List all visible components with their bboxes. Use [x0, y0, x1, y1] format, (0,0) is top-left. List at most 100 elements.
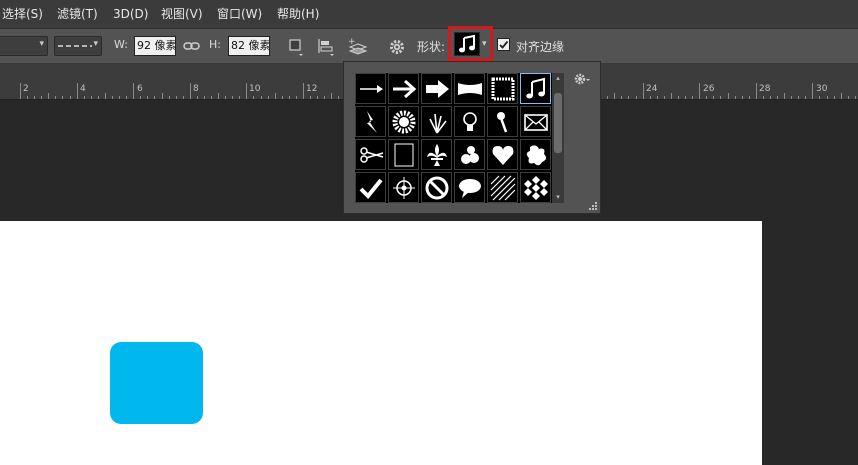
shape-cell[interactable]: [388, 139, 419, 170]
shape-cell[interactable]: [454, 106, 485, 137]
shape-cell[interactable]: [487, 172, 518, 203]
scroll-thumb[interactable]: [554, 93, 562, 153]
shape-cell[interactable]: [388, 172, 419, 203]
ruler-minor-tick: [183, 96, 184, 99]
rounded-rectangle-shape[interactable]: [110, 342, 203, 424]
ruler-tick: [20, 83, 21, 99]
shape-cell[interactable]: [487, 73, 518, 104]
ruler-minor-tick: [692, 96, 693, 99]
shape-cell[interactable]: [487, 106, 518, 137]
shape-cell[interactable]: [454, 139, 485, 170]
music-note-icon: [459, 34, 475, 53]
ruler-minor-tick: [55, 96, 56, 99]
ruler-minor-tick: [664, 96, 665, 99]
shape-cell-selected[interactable]: [520, 73, 551, 104]
grass-icon: [428, 113, 447, 133]
menu-bar: 选择(S) 滤镜(T) 3D(D) 视图(V) 窗口(W) 帮助(H): [0, 0, 858, 28]
resize-grip-icon[interactable]: [588, 201, 598, 211]
ruler-minor-tick: [70, 96, 71, 99]
pushpin-icon: [496, 111, 507, 132]
ruler-minor-tick: [225, 96, 226, 99]
options-bar: ▾ ▾ W: 92 像素 H: 82 像素 + 形状: ▾ 对齐边缘: [0, 26, 858, 64]
ruler-minor-tick: [211, 96, 212, 99]
chevron-down-icon: ▾: [93, 39, 98, 49]
checkmark-icon: [499, 40, 509, 49]
chevron-down-icon[interactable]: ▾: [482, 39, 487, 49]
ruler-minor-tick: [834, 96, 835, 99]
shape-cell[interactable]: [454, 73, 485, 104]
path-arrangement-icon[interactable]: +: [347, 36, 369, 56]
checkmark-icon: [359, 178, 383, 199]
ruler-minor-tick: [169, 96, 170, 99]
path-alignment-icon[interactable]: [317, 37, 335, 57]
ruler-minor-tick: [204, 96, 205, 99]
ruler-minor-tick: [126, 96, 127, 99]
menu-window[interactable]: 窗口(W): [217, 0, 262, 28]
ruler-tick: [331, 93, 332, 99]
shape-selector[interactable]: [454, 32, 480, 56]
shape-cell[interactable]: [520, 139, 551, 170]
ruler-minor-tick: [607, 96, 608, 99]
shape-cell[interactable]: [421, 139, 452, 170]
ruler-minor-tick: [239, 96, 240, 99]
link-icon[interactable]: [183, 39, 200, 53]
align-edges-checkbox[interactable]: [497, 38, 510, 51]
ruler-minor-tick: [253, 96, 254, 99]
shape-cell[interactable]: [388, 106, 419, 137]
shape-cell[interactable]: [355, 73, 386, 104]
menu-help[interactable]: 帮助(H): [277, 0, 319, 28]
ruler-minor-tick: [636, 96, 637, 99]
gear-icon[interactable]: [388, 38, 406, 56]
ruler-minor-tick: [657, 96, 658, 99]
stroke-type-dropdown[interactable]: ▾: [54, 36, 102, 56]
ruler-minor-tick: [798, 96, 799, 99]
shape-cell[interactable]: [421, 172, 452, 203]
gear-icon[interactable]: [572, 71, 592, 87]
shape-cell[interactable]: [454, 172, 485, 203]
ruler-minor-tick: [27, 96, 28, 99]
ruler-minor-tick: [678, 96, 679, 99]
ruler-minor-tick: [621, 96, 622, 99]
ruler-tick: [133, 83, 134, 99]
shape-cell[interactable]: [388, 73, 419, 104]
width-input[interactable]: 92 像素: [134, 36, 176, 56]
dashed-line-icon: [58, 45, 92, 47]
menu-select[interactable]: 选择(S): [2, 0, 43, 28]
shape-cell[interactable]: [487, 139, 518, 170]
ruler-tick: [614, 93, 615, 99]
ruler-tick: [784, 93, 785, 99]
menu-filter[interactable]: 滤镜(T): [57, 0, 98, 28]
ruler-tick: [812, 83, 813, 99]
shape-cell[interactable]: [421, 73, 452, 104]
ruler-tick: [105, 93, 106, 99]
stroke-width-dropdown[interactable]: ▾: [0, 36, 48, 56]
target-icon: [392, 176, 415, 199]
leaf-ornament-icon: [460, 145, 479, 164]
ruler-minor-tick: [261, 96, 262, 99]
shape-cell[interactable]: [355, 139, 386, 170]
ruler-minor-tick: [176, 96, 177, 99]
shape-cell[interactable]: [421, 106, 452, 137]
shape-cell[interactable]: [520, 106, 551, 137]
shape-cell[interactable]: [520, 172, 551, 203]
ruler-minor-tick: [819, 96, 820, 99]
menu-view[interactable]: 视图(V): [161, 0, 203, 28]
path-operations-icon[interactable]: [287, 37, 305, 57]
ruler-minor-tick: [317, 96, 318, 99]
scroll-down-icon[interactable]: ▾: [554, 194, 562, 201]
height-input[interactable]: 82 像素: [228, 36, 270, 56]
ruler-tick: [162, 93, 163, 99]
scroll-up-icon[interactable]: ▴: [554, 75, 562, 82]
shape-cell[interactable]: [355, 172, 386, 203]
shape-picker-scrollbar[interactable]: ▴ ▾: [552, 73, 564, 203]
ruler-minor-tick: [289, 96, 290, 99]
ruler-label: 26: [703, 84, 715, 94]
ruler-label: 10: [249, 84, 261, 94]
heart-icon: [492, 145, 513, 165]
music-note-icon: [525, 77, 545, 98]
ruler-label: 28: [759, 84, 771, 94]
ruler-minor-tick: [855, 96, 856, 99]
menu-3d[interactable]: 3D(D): [113, 0, 148, 28]
ruler-minor-tick: [735, 96, 736, 99]
shape-cell[interactable]: [355, 106, 386, 137]
